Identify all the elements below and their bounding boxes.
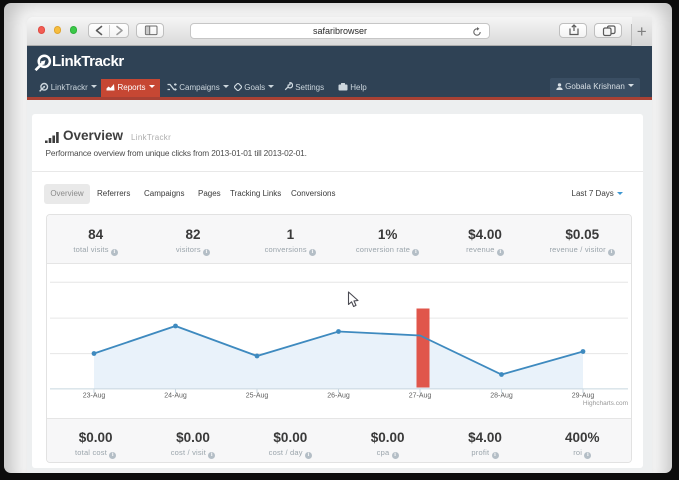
svg-text:28-Aug: 28-Aug	[490, 392, 513, 399]
svg-text:Highcharts.com: Highcharts.com	[583, 400, 628, 407]
svg-text:24-Aug: 24-Aug	[164, 392, 187, 399]
svg-text:27-Aug: 27-Aug	[409, 392, 432, 399]
svg-text:29-Aug: 29-Aug	[572, 392, 595, 399]
svg-text:23-Aug: 23-Aug	[83, 392, 106, 399]
svg-text:25-Aug: 25-Aug	[246, 392, 269, 399]
svg-text:26-Aug: 26-Aug	[327, 392, 350, 399]
